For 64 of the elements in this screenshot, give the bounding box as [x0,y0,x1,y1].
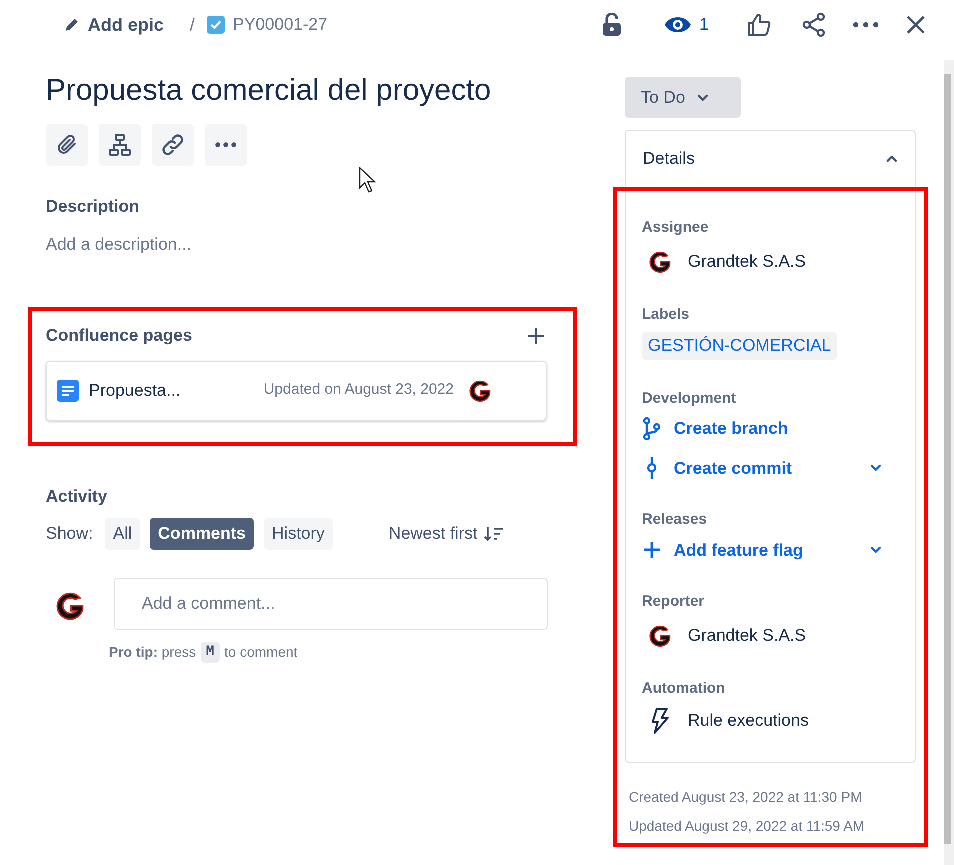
show-label: Show: [46,522,94,545]
page-updated-date: Updated on August 23, 2022 [264,380,454,400]
watcher-count: 1 [700,14,709,36]
filter-tab[interactable]: Comments [150,518,254,550]
link-button[interactable] [152,124,194,166]
label-tag[interactable]: GESTIÓN-COMERCIAL [642,332,838,360]
timestamp-text: Updated August 29, 2022 at 11:59 AM [629,817,866,836]
branch-icon [642,416,662,441]
field-label: Development [642,388,738,408]
details-card-header[interactable]: Details [625,130,916,187]
filter-tab[interactable]: All [105,518,140,550]
action-link[interactable]: Create branch [674,416,788,442]
cursor-icon [359,167,377,193]
share-icon[interactable] [801,12,827,38]
paperclip-button[interactable] [46,124,88,166]
plus-icon [642,540,662,560]
eye-icon[interactable] [664,15,692,35]
more-icon[interactable] [853,22,879,28]
keyboard-key: M [201,642,220,662]
sort-button[interactable]: Newest first [388,520,478,546]
scrollbar[interactable] [944,60,954,865]
status-dropdown[interactable]: To Do [625,77,741,118]
action-link[interactable]: Create commit [674,456,792,481]
field-label: Releases [642,510,708,530]
rule-executions-link[interactable]: Rule executions [688,708,809,734]
unlock-icon[interactable] [602,13,622,37]
pencil-icon [64,17,80,33]
chevron-up-icon [886,153,898,165]
action-link[interactable]: Add feature flag [674,538,804,563]
document-icon [57,380,79,402]
issue-key-link[interactable]: PY00001-27 [233,12,328,38]
user-name[interactable]: Grandtek S.A.S [688,248,806,274]
plus-icon[interactable] [527,326,545,345]
lightning-icon [650,708,670,734]
hierarchy-icon [108,133,132,157]
issue-title[interactable]: Propuesta comercial del proyecto [46,72,548,110]
field-label: Assignee [642,218,710,238]
paperclip-icon [55,133,79,157]
filter-tab[interactable]: History [264,518,333,550]
hierarchy-button[interactable] [99,124,141,166]
comment-field[interactable]: Add a comment... [114,578,548,630]
field-label: Automation [642,678,726,698]
more-button[interactable] [205,124,247,166]
thumbs-up-icon[interactable] [747,13,771,37]
timestamp-text: Created August 23, 2022 at 11:30 PM [629,788,864,807]
details-title: Details [643,148,695,170]
link-icon [161,133,185,157]
description-field[interactable]: Add a description... [46,232,548,257]
checkbox-icon [207,16,226,34]
section-title: Confluence pages [46,325,192,347]
add-epic-link[interactable]: Add epic [88,12,164,38]
user-name[interactable]: Grandtek S.A.S [688,622,806,648]
activity-title: Activity [46,486,108,508]
page-title: Propuesta... [89,380,181,402]
breadcrumb-separator: / [190,14,196,36]
confluence-page-card[interactable]: Propuesta... Updated on August 23, 2022 [46,360,547,420]
field-label: Reporter [642,592,706,612]
close-icon[interactable] [906,15,926,35]
more-icon [215,142,237,148]
field-label: Labels [642,304,691,324]
pro-tip-text: Pro tip: press [109,642,196,662]
pro-tip-text: to comment [224,642,298,662]
description-label: Description [46,196,141,218]
sort-icon [484,524,504,542]
